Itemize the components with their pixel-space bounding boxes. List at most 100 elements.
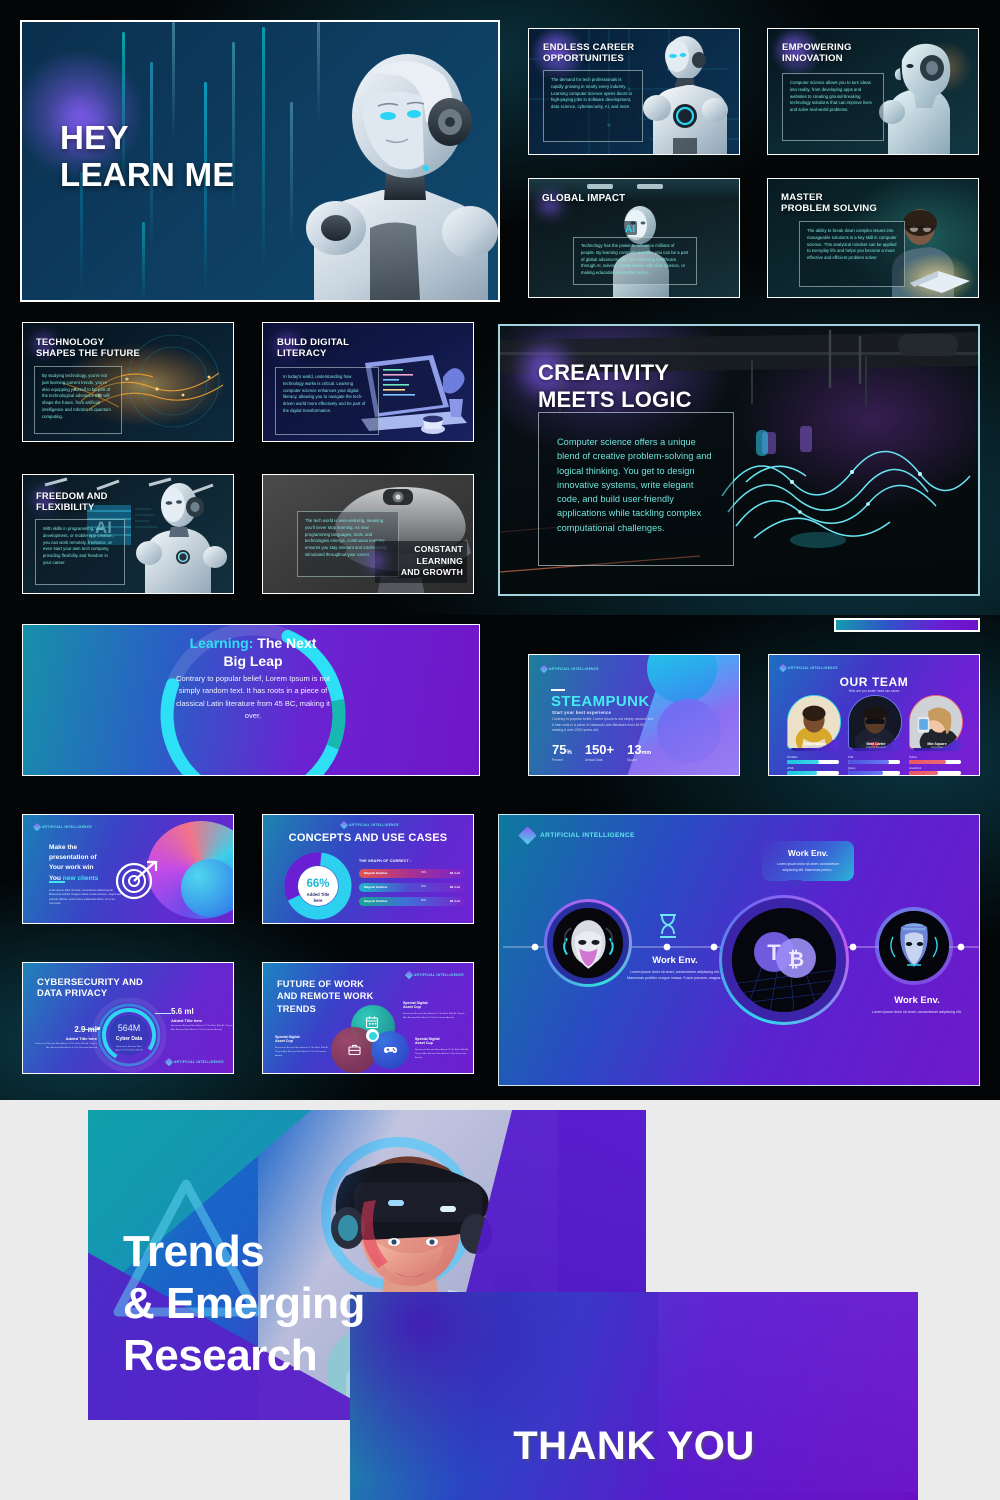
slide-body-text: Contrary to popular belief, Lorem Ipsum … (552, 717, 655, 733)
robot-illustration (643, 36, 728, 154)
brand-label: ARTIFICIAL INTELLIGENCE (540, 832, 635, 839)
skill-list: PHP jQuery JAVA (848, 756, 902, 775)
slide-body-box: The demand for tech professionals is rap… (543, 70, 643, 142)
stat-unit: + (606, 741, 615, 757)
circle-decor (657, 699, 721, 763)
slide-steampunk[interactable]: ARTIFICIAL INTELLIGENCE STEAMPUNK Start … (528, 654, 740, 776)
crypto-coins-image: T ₿ (732, 908, 836, 1012)
page-title: THANK YOU (513, 1424, 755, 1468)
timeline-node-1[interactable] (544, 899, 632, 987)
stats-row: 75% Percent 150+ Annual Data 13mm Square (552, 743, 651, 762)
center-value: 564M (118, 1023, 141, 1033)
diamond-icon (518, 826, 537, 845)
callout-dot (97, 1027, 100, 1030)
team-member-card[interactable]: Matt Carter Graphic Designer PHP jQuery … (848, 695, 902, 775)
brand-label: ARTIFICIAL INTELLIGENCE (349, 823, 399, 827)
legend-pct: 65% (421, 871, 427, 874)
donut-chart: 66% Added Title here (284, 852, 352, 920)
timeline-node-2[interactable]: T ₿ (719, 895, 849, 1025)
gamepad-icon (384, 1047, 397, 1053)
skill-label: jQuery (848, 767, 856, 770)
slide-subtitle: Start your best experience (552, 710, 612, 715)
skill-bar (909, 760, 961, 764)
group-note: Businesses Become More Aware Of The Risk… (403, 1013, 465, 1020)
svg-text:Aware Of The Risks With AI: Aware Of The Risks With AI (116, 1049, 143, 1052)
slide-heading: CYBERSECURITY AND DATA PRIVACY (37, 976, 144, 998)
radial-stat-ring: 564M Cyber Data Businesses Become More A… (91, 997, 167, 1073)
slide-body-text: In today's world, understanding how tech… (283, 374, 366, 413)
brand-mark: ARTIFICIAL INTELLIGENCE (404, 970, 464, 980)
slide-thank-you[interactable]: THANK YOU (350, 1292, 918, 1500)
diamond-icon (539, 664, 549, 674)
callout-title: Added Title here (171, 1018, 203, 1023)
slide-body-text: Computer science offers a unique blend o… (557, 437, 712, 533)
diamond-icon (339, 820, 349, 830)
slide-concepts-and-use-cases[interactable]: ARTIFICIAL INTELLIGENCE CONCEPTS AND USE… (262, 814, 474, 924)
legend-row: Magical Intuitive 40% $2.4 ml (359, 883, 465, 892)
team-member-card[interactable]: David Mason Bio Designer Workflow HTML C… (787, 695, 841, 775)
stat-item: 150+ Annual Data (585, 743, 614, 762)
slide-heading: ENDLESS CAREER OPPORTUNITIES (543, 42, 635, 65)
slide-heading: OUR TEAM (839, 675, 909, 689)
skill-label: JavaScript (909, 767, 922, 770)
legend-row: Magical Intuitive 80% $2.4 ml (359, 897, 465, 906)
slide-freedom-and-flexibility[interactable]: AI FREEDOM AND FLEXIBILITY With skills i… (22, 474, 234, 594)
target-arrow-icon (115, 860, 158, 900)
slide-body-text: The ability to break down complex issues… (807, 228, 897, 261)
brand-label: ARTIFICIAL INTELLIGENCE (414, 973, 464, 977)
slide-heading: CONSTANT LEARNING AND GROWTH (400, 544, 463, 578)
slide-heading: GLOBAL IMPACT (542, 193, 626, 204)
slide-technology-shapes-the-future[interactable]: TECHNOLOGY SHAPES THE FUTURE By studying… (22, 322, 234, 442)
slide-heading: Learning: The Next Big Leap (173, 635, 333, 670)
venn-label-group: Special Digital Asset Cup Businesses Bec… (275, 1035, 329, 1058)
slide-our-team[interactable]: ARTIFICIAL INTELLIGENCE OUR TEAM Who are… (768, 654, 980, 776)
stat-value: 75 (552, 741, 567, 757)
team-member-card[interactable]: Mia Square Copywriter Python JavaScript … (909, 695, 963, 775)
legend-label: Magical Intuitive (364, 885, 388, 889)
presentation-preview-canvas: HEY LEARN ME ENDLESS CAREER OPPORTUNITIES (0, 0, 1000, 1500)
slide-presentation-win-clients[interactable]: ARTIFICIAL INTELLIGENCE Make the present… (22, 814, 234, 924)
group-subtitle: Asset Cup (403, 1005, 421, 1009)
slide-build-digital-literacy[interactable]: BUILD DIGITAL LITERACY In today's world,… (262, 322, 474, 442)
slide-master-problem-solving[interactable]: MASTER PROBLEM SOLVING The ability to br… (767, 178, 979, 298)
slide-partial-top-right[interactable] (834, 618, 980, 632)
slide-endless-career-opportunities[interactable]: ENDLESS CAREER OPPORTUNITIES The demand … (528, 28, 740, 155)
brand-label: ARTIFICIAL INTELLIGENCE (549, 667, 599, 671)
slide-empowering-innovation[interactable]: EMPOWERING INNOVATION Computer science a… (767, 28, 979, 155)
stat-item: 75% Percent (552, 743, 572, 762)
slide-body-box: With skills in programming, web developm… (35, 519, 125, 585)
slide-ai-work-environment-timeline[interactable]: ARTIFICIAL INTELLIGENCE Work Env. Lorem … (498, 814, 980, 1086)
page-title: Trends & Emerging Research (123, 1226, 365, 1382)
title-rule (49, 881, 65, 883)
slide-heading: CONCEPTS AND USE CASES (288, 832, 448, 844)
avatar-photo (910, 696, 962, 748)
venn-label-group: Special Digital Asset Cup Businesses Bec… (403, 1001, 469, 1020)
group-note: Businesses Become More Aware Of The Risk… (415, 1049, 469, 1060)
slide-heading: FREEDOM AND FLEXIBILITY (36, 490, 108, 512)
slide-title-hey-learn-me[interactable]: HEY LEARN ME (20, 20, 500, 302)
venn-label-group: Special Digital Asset Cup Businesses Bec… (415, 1037, 469, 1060)
tooltip-title: Work Env. (787, 848, 829, 858)
slide-cybersecurity-and-data-privacy[interactable]: CYBERSECURITY AND DATA PRIVACY 564M Cybe… (22, 962, 234, 1074)
slide-body-text: Technology has the power to influence mi… (581, 243, 689, 276)
slide-creativity-meets-logic[interactable]: CREATIVITY MEETS LOGIC Computer science … (498, 324, 980, 596)
heading-line: Make the (49, 844, 78, 851)
legend-pct: 40% (421, 885, 427, 888)
skill-bar (848, 771, 900, 775)
skill-label: HTML (787, 767, 795, 770)
node-body: Lorem ipsum dolor sit amet, consectetuer… (872, 1010, 962, 1014)
avatar-photo (788, 696, 840, 748)
tooltip-card: Work Env. Lorem ipsum dolor sit amet, co… (762, 841, 854, 891)
title-line-3: Research (123, 1330, 318, 1380)
brand-label: ARTIFICIAL INTELLIGENCE (174, 1060, 224, 1064)
timeline-node-3[interactable] (875, 907, 953, 985)
legend-value: $2.4 ml (449, 871, 460, 875)
slide-future-of-work-remote-trends[interactable]: ARTIFICIAL INTELLIGENCE FUTURE OF WORK A… (262, 962, 474, 1074)
slide-learning-the-next-big-leap[interactable]: Learning: The Next Big Leap Contrary to … (22, 624, 480, 776)
legend-title: THE GRAPH OF CORRECT : (359, 859, 412, 863)
brand-mark: ARTIFICIAL INTELLIGENCE (32, 822, 92, 832)
slide-global-impact[interactable]: AI GLOBAL IMPACT Technology has the powe… (528, 178, 740, 298)
slide-body-box: Technology has the power to influence mi… (573, 237, 697, 285)
diamond-icon (778, 663, 788, 673)
slide-constant-learning-and-growth[interactable]: The tech world is ever-evolving, meaning… (262, 474, 474, 594)
